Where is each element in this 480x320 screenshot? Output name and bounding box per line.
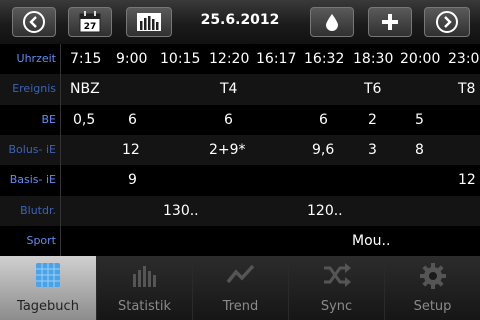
tab-label: Setup bbox=[413, 299, 452, 314]
event-cell[interactable]: NBZ bbox=[70, 74, 100, 104]
svg-text:27: 27 bbox=[84, 22, 97, 32]
row-bolus[interactable]: Bolus- iE 12 2+9* 9,6 3 8 bbox=[0, 134, 480, 166]
time-cell[interactable]: 10:15 bbox=[160, 44, 200, 74]
add-entry-button[interactable] bbox=[368, 7, 412, 37]
be-cell[interactable]: 6 bbox=[128, 105, 137, 135]
be-cell[interactable]: 0,5 bbox=[73, 105, 95, 135]
tab-statistik[interactable]: Statistik bbox=[96, 256, 192, 320]
event-cell[interactable]: T6 bbox=[364, 74, 381, 104]
basis-cell[interactable]: 9 bbox=[128, 165, 137, 195]
calendar-icon bbox=[36, 263, 60, 287]
row-label-blutdruck: Blutdr. bbox=[20, 203, 56, 217]
bar-chart-icon bbox=[137, 13, 161, 31]
drop-icon bbox=[326, 14, 338, 31]
calendar-button[interactable]: 27 bbox=[68, 7, 112, 37]
row-label-basis: Basis- iE bbox=[9, 173, 56, 187]
bolus-cell[interactable]: 9,6 bbox=[312, 135, 334, 165]
bolus-cell[interactable]: 3 bbox=[368, 135, 377, 165]
label-column-divider bbox=[60, 44, 61, 256]
row-label-uhrzeit: Uhrzeit bbox=[16, 52, 56, 65]
tab-label: Sync bbox=[320, 299, 353, 314]
row-ereignis[interactable]: Ereignis NBZ T4 T6 T8 bbox=[0, 74, 480, 105]
next-day-button[interactable] bbox=[424, 7, 470, 37]
be-cell[interactable]: 6 bbox=[319, 105, 328, 135]
blood-drop-button[interactable] bbox=[310, 7, 354, 37]
time-cell[interactable]: 18:30 bbox=[353, 44, 393, 74]
tab-label: Tagebuch bbox=[17, 299, 79, 314]
row-label-ereignis: Ereignis bbox=[12, 82, 56, 96]
gear-icon bbox=[419, 263, 446, 289]
chevron-left-icon bbox=[23, 11, 45, 33]
row-label-sport: Sport bbox=[26, 233, 56, 247]
row-uhrzeit[interactable]: Uhrzeit 7:15 9:00 10:15 12:20 16:17 16:3… bbox=[0, 44, 480, 75]
tab-label: Trend bbox=[222, 299, 259, 314]
blood-pressure-cell[interactable]: 120.. bbox=[307, 196, 343, 226]
tab-tagebuch[interactable]: Tagebuch bbox=[0, 256, 96, 320]
bottom-tab-bar: Tagebuch Statistik Trend Sync Setup bbox=[0, 256, 480, 320]
chevron-right-icon bbox=[436, 11, 458, 33]
row-be[interactable]: BE 0,5 6 6 6 2 5 bbox=[0, 104, 480, 135]
previous-day-button[interactable] bbox=[12, 7, 56, 37]
time-cell[interactable]: 20:00 bbox=[400, 44, 440, 74]
row-label-bolus: Bolus- iE bbox=[8, 142, 56, 156]
event-cell[interactable]: T8 bbox=[458, 74, 475, 104]
time-cell[interactable]: 12:20 bbox=[209, 44, 249, 74]
row-sport[interactable]: Sport Mou.. bbox=[0, 225, 480, 257]
time-cell[interactable]: 23:0 bbox=[448, 44, 479, 74]
current-date: 25.6.2012 bbox=[200, 12, 280, 28]
be-cell[interactable]: 5 bbox=[415, 105, 424, 135]
tab-trend[interactable]: Trend bbox=[192, 256, 288, 320]
time-cell[interactable]: 16:32 bbox=[304, 44, 344, 74]
time-cell[interactable]: 7:15 bbox=[70, 44, 101, 74]
row-basis[interactable]: Basis- iE 9 12 bbox=[0, 165, 480, 196]
row-blutdruck[interactable]: Blutdr. 130.. 120.. bbox=[0, 195, 480, 226]
be-cell[interactable]: 2 bbox=[368, 105, 377, 135]
bolus-cell[interactable]: 8 bbox=[415, 135, 424, 165]
row-label-be: BE bbox=[41, 112, 57, 126]
event-cell[interactable]: T4 bbox=[220, 74, 237, 104]
time-cell[interactable]: 9:00 bbox=[116, 44, 147, 74]
tab-label: Statistik bbox=[117, 299, 172, 314]
bolus-cell[interactable]: 12 bbox=[122, 135, 140, 165]
plus-icon bbox=[382, 14, 398, 30]
be-cell[interactable]: 6 bbox=[224, 105, 233, 135]
bar-chart-icon bbox=[132, 266, 156, 287]
bolus-cell[interactable]: 2+9* bbox=[209, 135, 246, 165]
diary-table: Uhrzeit 7:15 9:00 10:15 12:20 16:17 16:3… bbox=[0, 44, 480, 257]
blood-pressure-cell[interactable]: 130.. bbox=[163, 196, 199, 226]
tab-sync[interactable]: Sync bbox=[288, 256, 384, 320]
trend-line-icon bbox=[226, 264, 254, 284]
statistics-button[interactable] bbox=[126, 7, 172, 37]
top-toolbar: 27 25.6.2012 bbox=[0, 0, 480, 45]
shuffle-icon bbox=[323, 263, 351, 287]
calendar-date-icon: 27 bbox=[79, 11, 101, 33]
tab-setup[interactable]: Setup bbox=[384, 256, 480, 320]
sport-cell[interactable]: Mou.. bbox=[352, 226, 390, 256]
time-cell[interactable]: 16:17 bbox=[256, 44, 296, 74]
basis-cell[interactable]: 12 bbox=[458, 165, 476, 195]
